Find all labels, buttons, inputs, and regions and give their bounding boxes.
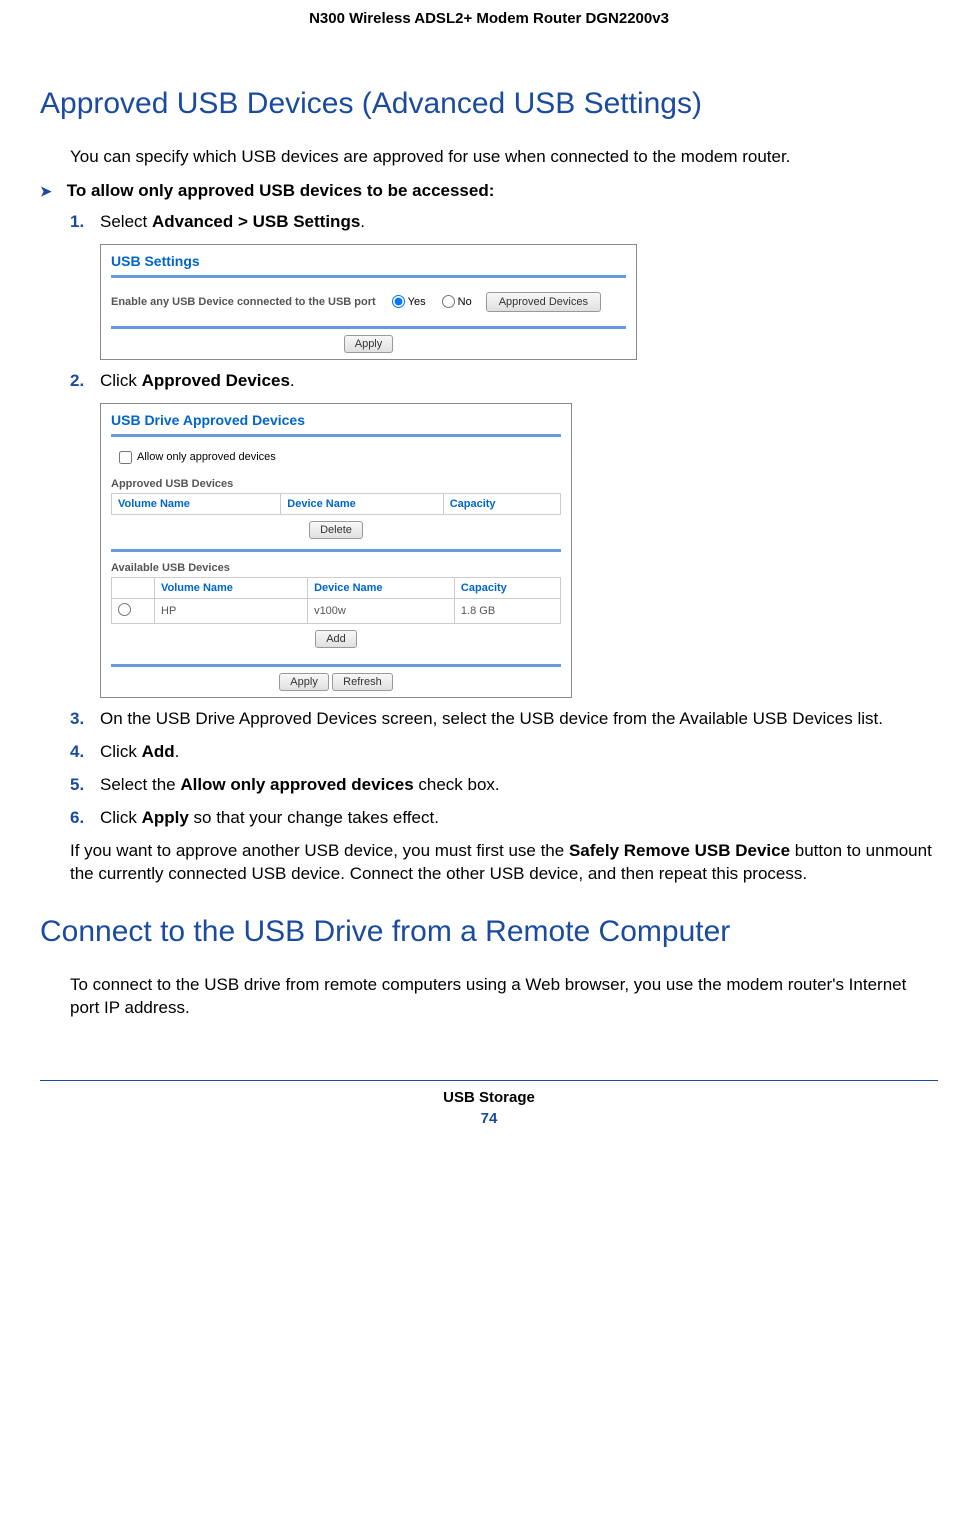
approved-devices-button[interactable]: Approved Devices (486, 292, 601, 312)
step-number: 5. (70, 774, 100, 797)
task-text: To allow only approved USB devices to be… (67, 181, 495, 201)
step-text: Select the Allow only approved devices c… (100, 774, 938, 797)
col-select (112, 577, 155, 598)
col-capacity: Capacity (443, 493, 560, 514)
col-capacity: Capacity (454, 577, 560, 598)
document-header: N300 Wireless ADSL2+ Modem Router DGN220… (40, 10, 938, 27)
task-arrow-icon: ➤ (40, 183, 52, 200)
step-4: 4. Click Add. (70, 741, 938, 764)
step-1: 1. Select Advanced > USB Settings. (70, 211, 938, 234)
section-heading-connect-remote: Connect to the USB Drive from a Remote C… (40, 915, 938, 949)
approved-devices-table: Volume Name Device Name Capacity (111, 493, 561, 515)
apply-button[interactable]: Apply (344, 335, 394, 353)
step-number: 4. (70, 741, 100, 764)
cell-device: v100w (308, 598, 455, 623)
step-number: 1. (70, 211, 100, 234)
step-6: 6. Click Apply so that your change takes… (70, 807, 938, 830)
screenshot-approved-devices: USB Drive Approved Devices Allow only ap… (100, 403, 572, 698)
step-text: Click Add. (100, 741, 938, 764)
allow-only-approved-checkbox[interactable] (119, 451, 132, 464)
apply-button[interactable]: Apply (279, 673, 329, 691)
section-heading-approved-usb: Approved USB Devices (Advanced USB Setti… (40, 87, 938, 121)
cell-volume: HP (155, 598, 308, 623)
screenshot-usb-settings: USB Settings Enable any USB Device conne… (100, 244, 637, 360)
add-button[interactable]: Add (315, 630, 357, 648)
available-devices-table: Volume Name Device Name Capacity HP v100… (111, 577, 561, 624)
radio-no-label: No (458, 296, 472, 308)
step-text: Select Advanced > USB Settings. (100, 211, 938, 234)
step-number: 3. (70, 708, 100, 731)
col-volume: Volume Name (112, 493, 281, 514)
step-number: 2. (70, 370, 100, 393)
step-number: 6. (70, 807, 100, 830)
footer-section-name: USB Storage (40, 1089, 938, 1106)
table-row: HP v100w 1.8 GB (112, 598, 561, 623)
footer: USB Storage 74 (40, 1080, 938, 1127)
step-text: Click Apply so that your change takes ef… (100, 807, 938, 830)
radio-yes-label: Yes (408, 296, 426, 308)
radio-yes[interactable] (392, 295, 405, 308)
col-device: Device Name (281, 493, 443, 514)
step-2: 2. Click Approved Devices. (70, 370, 938, 393)
task-heading: ➤ To allow only approved USB devices to … (40, 181, 938, 201)
row-select-radio[interactable] (118, 603, 131, 616)
radio-no[interactable] (442, 295, 455, 308)
step-text: Click Approved Devices. (100, 370, 938, 393)
section2-intro: To connect to the USB drive from remote … (70, 974, 938, 1020)
step-3: 3. On the USB Drive Approved Devices scr… (70, 708, 938, 731)
footer-page-number: 74 (40, 1110, 938, 1127)
col-device: Device Name (308, 577, 455, 598)
step-5: 5. Select the Allow only approved device… (70, 774, 938, 797)
note-paragraph: If you want to approve another USB devic… (70, 840, 938, 886)
approved-devices-heading: Approved USB Devices (111, 472, 561, 493)
available-devices-heading: Available USB Devices (111, 556, 561, 577)
divider (111, 549, 561, 552)
ss-title: USB Settings (101, 245, 636, 275)
enable-usb-label: Enable any USB Device connected to the U… (111, 296, 376, 308)
refresh-button[interactable]: Refresh (332, 673, 393, 691)
cell-capacity: 1.8 GB (454, 598, 560, 623)
checkbox-label: Allow only approved devices (137, 451, 276, 463)
delete-button[interactable]: Delete (309, 521, 363, 539)
col-volume: Volume Name (155, 577, 308, 598)
step-text: On the USB Drive Approved Devices screen… (100, 708, 938, 731)
ss-title: USB Drive Approved Devices (101, 404, 571, 434)
intro-paragraph: You can specify which USB devices are ap… (70, 146, 938, 169)
